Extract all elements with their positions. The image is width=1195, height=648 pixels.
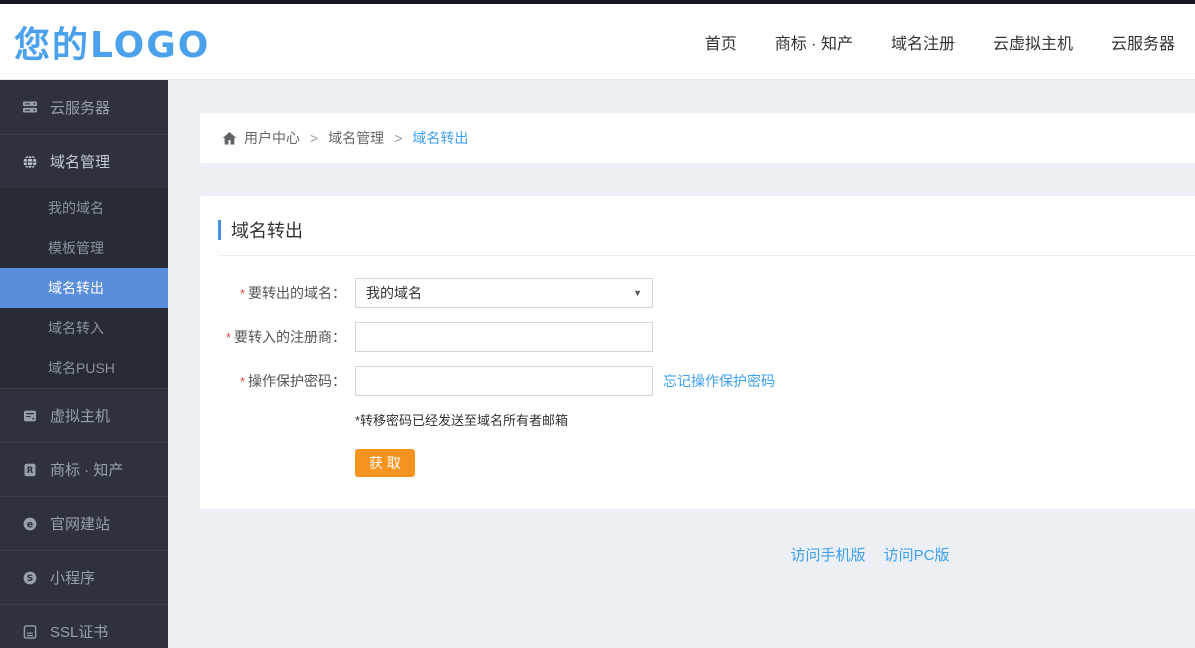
nav-item-trademark[interactable]: 商标 · 知产 [775, 30, 853, 54]
transfer-password-note: *转移密码已经发送至域名所有者邮箱 [355, 413, 569, 428]
sidebar-item-label: 虚拟主机 [50, 408, 111, 425]
sidebar-item-domain-management[interactable]: 域名管理 [0, 134, 168, 188]
svg-text:S: S [27, 574, 33, 584]
trademark-icon: R [22, 462, 38, 478]
sidebar-item-label: 官网建站 [50, 516, 111, 533]
app-window: 您的LOGO 首页 商标 · 知产 域名注册 云虚拟主机 云服务器 云服务器 域… [0, 0, 1195, 648]
forgot-password-link[interactable]: 忘记操作保护密码 [663, 371, 775, 391]
chevron-down-icon: ▼ [633, 288, 642, 298]
sidebar-item-label: 云服务器 [50, 99, 111, 117]
nav-item-domain-register[interactable]: 域名注册 [891, 30, 955, 54]
required-mark: * [239, 374, 245, 389]
page-title: 域名转出 [231, 221, 303, 241]
main-content: 用户中心 > 域名管理 > 域名转出 域名转出 * 要转出的域名： 我的域名 ▼… [168, 80, 1195, 648]
get-password-button[interactable]: 获 取 [355, 449, 415, 477]
panel-title-row: 域名转出 [218, 217, 1195, 243]
main-nav: 首页 商标 · 知产 域名注册 云虚拟主机 云服务器 [705, 30, 1175, 54]
sidebar-subitem-my-domains[interactable]: 我的域名 [0, 188, 168, 228]
field-label: * 操作保护密码： [239, 373, 346, 389]
sidebar: 云服务器 域名管理 我的域名 模板管理 域名转出 域名转入 域名PUSH 虚拟主… [0, 80, 168, 648]
breadcrumb-user-center[interactable]: 用户中心 [244, 128, 300, 148]
sidebar-item-label: 小程序 [50, 570, 96, 587]
nav-item-cloud-host[interactable]: 云虚拟主机 [993, 30, 1073, 54]
footer-link-pc[interactable]: 访问PC版 [884, 547, 950, 564]
svg-text:R: R [27, 466, 34, 476]
breadcrumb: 用户中心 > 域名管理 > 域名转出 [200, 113, 1195, 163]
breadcrumb-separator: > [394, 130, 403, 146]
required-mark: * [225, 330, 231, 345]
breadcrumb-current-page[interactable]: 域名转出 [412, 128, 468, 148]
sidebar-item-label: 商标 · 知产 [50, 462, 124, 479]
footer-link-mobile[interactable]: 访问手机版 [790, 547, 865, 564]
ssl-certificate-icon [22, 624, 38, 640]
form-row-domain: * 要转出的域名： 我的域名 ▼ [218, 278, 1195, 308]
sidebar-subitem-template-management[interactable]: 模板管理 [0, 228, 168, 268]
footer-links: 访问手机版 访问PC版 [200, 544, 1195, 565]
field-label: * 要转入的注册商： [225, 329, 346, 345]
sidebar-subitem-domain-transfer-in[interactable]: 域名转入 [0, 308, 168, 348]
globe-icon [22, 154, 38, 170]
sidebar-item-cloud-server[interactable]: 云服务器 [0, 80, 168, 134]
sidebar-subitem-domain-transfer-out[interactable]: 域名转出 [0, 268, 168, 308]
sidebar-item-label: 域名管理 [50, 154, 111, 171]
transfer-form: * 要转出的域名： 我的域名 ▼ * 要转入的注册商： * 操作保护密码： 忘记… [218, 278, 1195, 477]
required-mark: * [239, 286, 245, 301]
sidebar-submenu-domain: 我的域名 模板管理 域名转出 域名转入 域名PUSH [0, 188, 168, 388]
breadcrumb-domain-management[interactable]: 域名管理 [328, 128, 384, 148]
form-row-password: * 操作保护密码： 忘记操作保护密码 [218, 366, 1195, 396]
domain-transfer-panel: 域名转出 * 要转出的域名： 我的域名 ▼ * 要转入的注册商： * 操作保护密… [200, 196, 1195, 509]
domain-select-dropdown[interactable]: 我的域名 ▼ [355, 278, 653, 308]
protect-password-input[interactable] [355, 366, 653, 396]
home-icon [222, 131, 237, 146]
sidebar-item-virtual-host[interactable]: 虚拟主机 [0, 388, 168, 442]
sidebar-item-trademark[interactable]: R 商标 · 知产 [0, 442, 168, 496]
host-icon [22, 408, 38, 424]
selected-domain-value: 我的域名 [366, 285, 422, 301]
sidebar-subitem-domain-push[interactable]: 域名PUSH [0, 348, 168, 388]
title-accent-bar [218, 220, 221, 240]
sidebar-item-mini-program[interactable]: S 小程序 [0, 550, 168, 604]
sidebar-item-label: SSL证书 [50, 624, 109, 641]
sidebar-item-ssl-cert[interactable]: SSL证书 [0, 604, 168, 648]
field-label: * 要转出的域名： [239, 285, 346, 301]
title-divider [218, 255, 1195, 256]
registrar-input[interactable] [355, 322, 653, 352]
app-header: 您的LOGO 首页 商标 · 知产 域名注册 云虚拟主机 云服务器 [0, 4, 1195, 80]
svg-text:e: e [27, 519, 33, 530]
form-row-registrar: * 要转入的注册商： [218, 322, 1195, 352]
nav-item-cloud-server[interactable]: 云服务器 [1111, 30, 1175, 54]
breadcrumb-separator: > [310, 130, 319, 146]
server-icon [22, 99, 38, 115]
nav-item-home[interactable]: 首页 [705, 30, 737, 54]
website-icon: e [22, 516, 38, 532]
app-logo[interactable]: 您的LOGO [14, 16, 210, 68]
miniprogram-icon: S [22, 570, 38, 586]
sidebar-item-website-builder[interactable]: e 官网建站 [0, 496, 168, 550]
